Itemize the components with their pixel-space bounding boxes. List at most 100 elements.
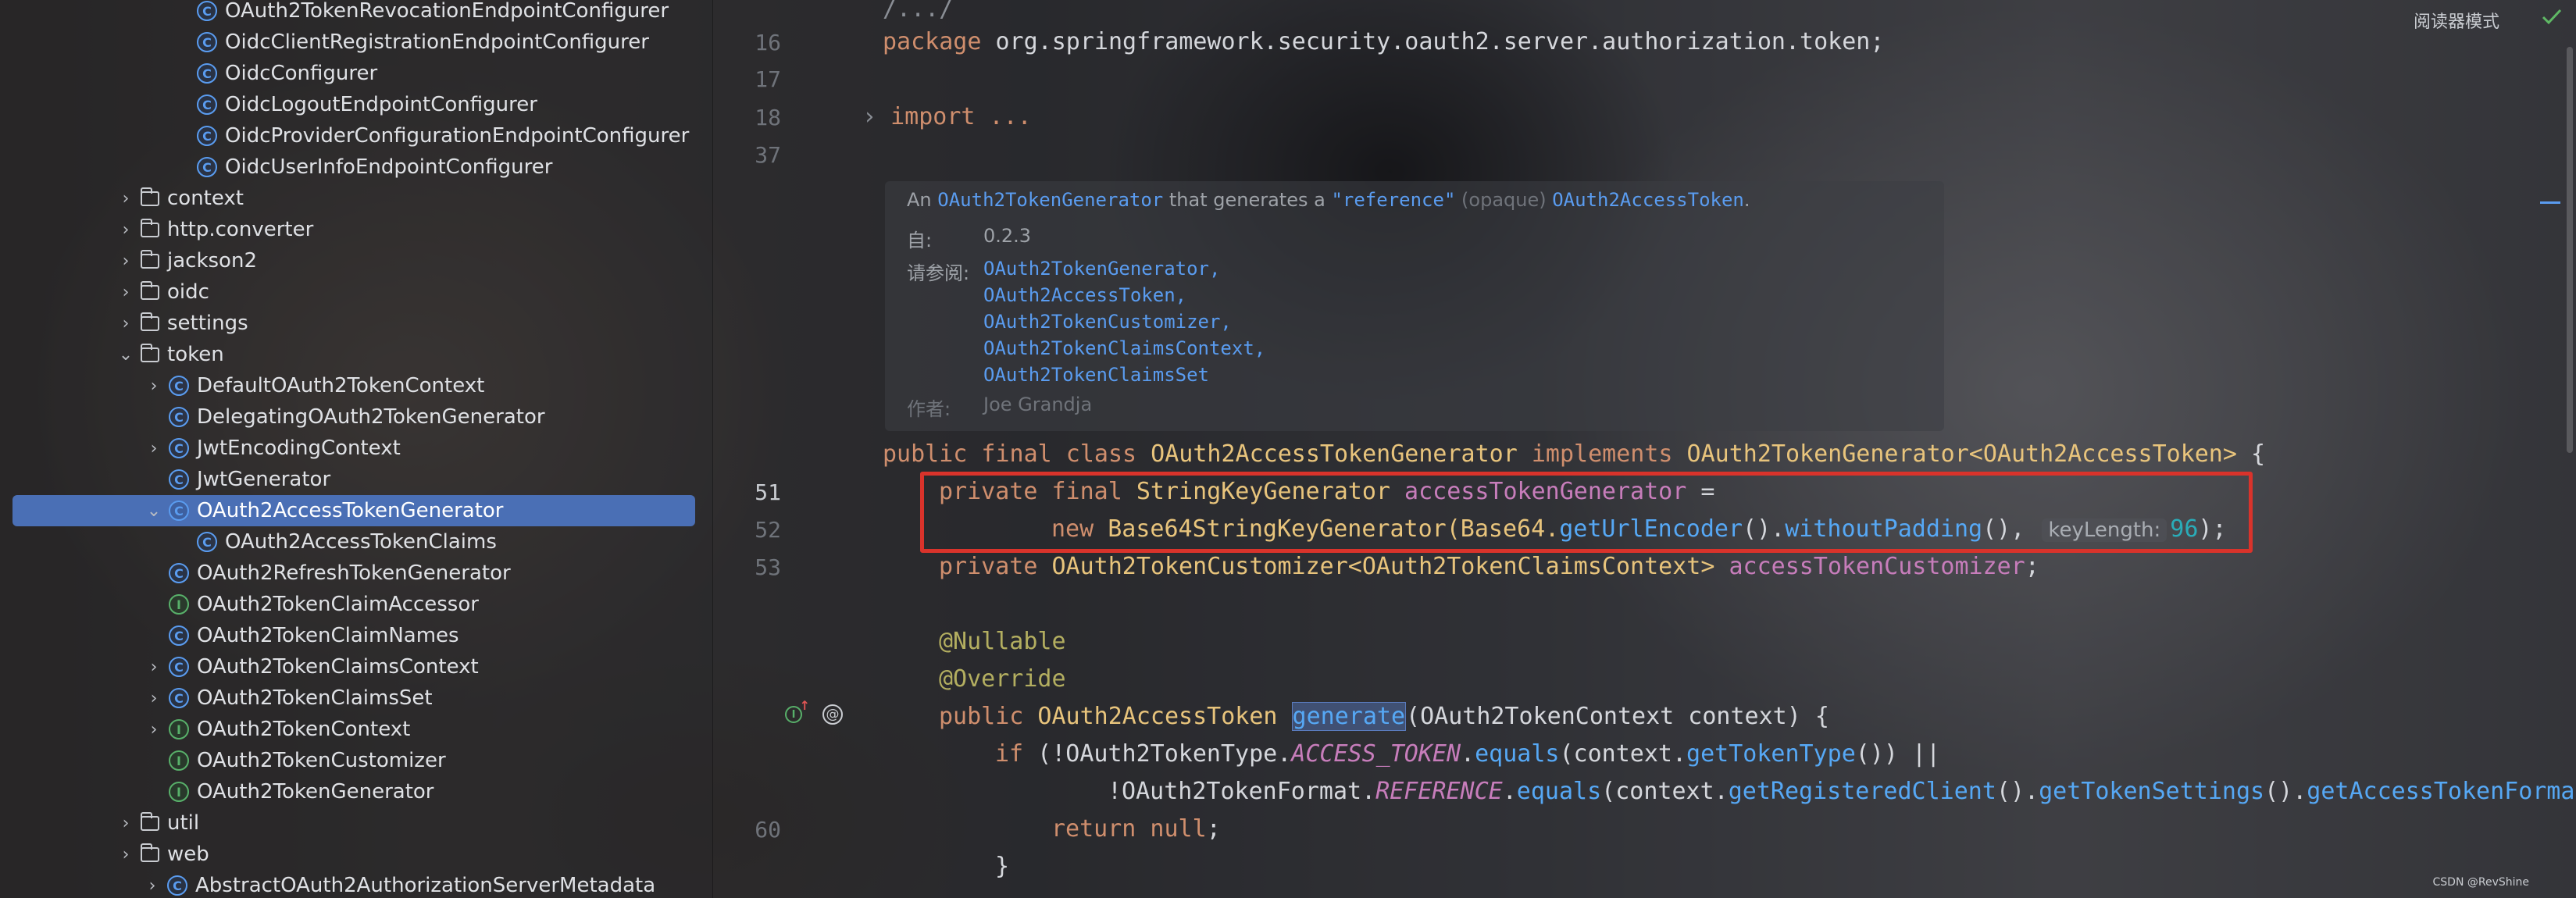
chevron-right-icon[interactable]: › bbox=[117, 314, 134, 333]
chevron-right-icon[interactable]: › bbox=[145, 657, 162, 677]
line-number: 60 bbox=[755, 817, 781, 843]
tree-item[interactable]: › I OAuth2TokenContext bbox=[0, 714, 712, 745]
javadoc-since-key: 自: bbox=[907, 230, 933, 251]
tree-folder[interactable]: › jackson2 bbox=[0, 245, 712, 276]
tree-item[interactable]: C OidcUserInfoEndpointConfigurer bbox=[0, 151, 712, 183]
tree-item[interactable]: › C DefaultOAuth2TokenContext bbox=[0, 370, 712, 401]
tree-item[interactable]: C DelegatingOAuth2TokenGenerator bbox=[0, 401, 712, 433]
tree-item-label: OAuth2AccessTokenClaims bbox=[225, 530, 497, 554]
chevron-right-icon[interactable]: › bbox=[117, 814, 134, 833]
tree-item[interactable]: C OAuth2AccessTokenClaims bbox=[0, 526, 712, 558]
class-icon: C bbox=[169, 688, 189, 708]
folded-header[interactable]: /.../ bbox=[883, 0, 953, 23]
tree-item[interactable]: C OidcConfigurer bbox=[0, 58, 712, 89]
code-line-import[interactable]: › import ... bbox=[862, 103, 1032, 130]
line-number: 37 bbox=[755, 142, 781, 168]
javadoc-see-link[interactable]: OAuth2TokenCustomizer, bbox=[983, 311, 1232, 333]
chevron-down-icon[interactable]: ⌄ bbox=[117, 345, 134, 365]
chevron-down-icon[interactable]: ⌄ bbox=[145, 501, 162, 521]
chevron-right-icon[interactable]: › bbox=[145, 689, 162, 708]
watermark: CSDN @RevShine bbox=[2432, 876, 2530, 889]
tree-item[interactable]: C OidcProviderConfigurationEndpointConfig… bbox=[0, 120, 712, 151]
javadoc-see-link[interactable]: OAuth2TokenGenerator, bbox=[983, 258, 1220, 280]
class-icon: C bbox=[169, 625, 189, 646]
tree-item[interactable]: C JwtGenerator bbox=[0, 464, 712, 495]
tree-item[interactable]: I OAuth2TokenGenerator bbox=[0, 776, 712, 807]
chevron-right-icon[interactable]: › bbox=[144, 876, 161, 896]
scrollbar-thumb[interactable] bbox=[2567, 47, 2573, 453]
vertical-scrollbar[interactable] bbox=[2564, 0, 2576, 898]
javadoc-see-key: 请参阅: bbox=[907, 262, 970, 284]
tree-item-label: OAuth2TokenClaimsContext bbox=[197, 655, 479, 679]
class-icon: C bbox=[169, 657, 189, 677]
chevron-right-icon[interactable]: › bbox=[117, 283, 134, 302]
code-line-package: package org.springframework.security.oau… bbox=[883, 28, 1885, 55]
chevron-right-icon[interactable]: › bbox=[145, 376, 162, 396]
check-icon[interactable] bbox=[2539, 5, 2565, 28]
tree-item-label: OidcUserInfoEndpointConfigurer bbox=[225, 155, 553, 179]
class-icon: C bbox=[197, 532, 217, 552]
class-icon: C bbox=[169, 563, 189, 583]
code-line-class-decl: public final class OAuth2AccessTokenGene… bbox=[883, 440, 2266, 468]
tree-item-label: DelegatingOAuth2TokenGenerator bbox=[197, 405, 545, 429]
tree-item[interactable]: › C OAuth2TokenClaimsContext bbox=[0, 651, 712, 682]
tree-item[interactable]: C OAuth2RefreshTokenGenerator bbox=[0, 558, 712, 589]
tree-item-label: web bbox=[167, 843, 209, 866]
class-icon: C bbox=[169, 469, 189, 490]
tree-item[interactable]: I OAuth2TokenCustomizer bbox=[0, 745, 712, 776]
tree-item[interactable]: ⌄ C OAuth2AccessTokenGenerator bbox=[0, 495, 712, 526]
class-icon: C bbox=[169, 438, 189, 458]
tree-item[interactable]: › C JwtEncodingContext bbox=[0, 433, 712, 464]
folder-icon bbox=[141, 312, 159, 331]
gutter-markers[interactable]: I @ bbox=[785, 698, 843, 725]
highlight-box bbox=[920, 472, 2253, 553]
tree-folder[interactable]: › oidc bbox=[0, 276, 712, 308]
code-line-annotation: @Override bbox=[939, 665, 1066, 693]
tree-item[interactable]: C OidcLogoutEndpointConfigurer bbox=[0, 89, 712, 120]
tree-folder[interactable]: › http.converter bbox=[0, 214, 712, 245]
tree-item[interactable]: › C OAuth2TokenClaimsSet bbox=[0, 682, 712, 714]
tree-folder[interactable]: ⌄ token bbox=[0, 339, 712, 370]
tree-folder[interactable]: › settings bbox=[0, 308, 712, 339]
code-line-if: if (!OAuth2TokenType.ACCESS_TOKEN.equals… bbox=[995, 740, 1941, 768]
javadoc-see-link[interactable]: OAuth2TokenClaimsContext, bbox=[983, 337, 1265, 359]
interface-icon: I bbox=[169, 594, 189, 615]
tree-item[interactable]: C OAuth2TokenRevocationEndpointConfigurer bbox=[0, 0, 712, 27]
tree-item[interactable]: I OAuth2TokenClaimAccessor bbox=[0, 589, 712, 620]
chevron-right-icon[interactable]: › bbox=[117, 189, 134, 208]
tree-item-label: OidcConfigurer bbox=[225, 62, 378, 85]
method-name-generate[interactable]: generate bbox=[1291, 702, 1407, 731]
line-number: 52 bbox=[755, 517, 781, 543]
javadoc-intro: An OAuth2TokenGenerator that generates a… bbox=[907, 189, 1750, 211]
reader-mode-toggle[interactable]: 阅读器模式 bbox=[2414, 8, 2499, 33]
tree-item[interactable]: C OAuth2TokenClaimNames bbox=[0, 620, 712, 651]
tree-item-label: OAuth2TokenClaimNames bbox=[197, 624, 459, 647]
tree-folder[interactable]: › web bbox=[0, 839, 712, 870]
tree-item-label: DefaultOAuth2TokenContext bbox=[197, 374, 485, 397]
tree-item-label: OAuth2AccessTokenGenerator bbox=[197, 499, 504, 522]
implements-gutter-icon[interactable]: I bbox=[785, 698, 810, 723]
override-gutter-icon[interactable]: @ bbox=[822, 704, 843, 725]
class-icon: C bbox=[167, 875, 187, 896]
tree-item-label: oidc bbox=[167, 280, 209, 304]
chevron-right-icon[interactable]: › bbox=[145, 439, 162, 458]
javadoc-see-link[interactable]: OAuth2AccessToken, bbox=[983, 284, 1186, 306]
chevron-right-icon[interactable]: › bbox=[145, 720, 162, 739]
tree-folder[interactable]: › util bbox=[0, 807, 712, 839]
tree-item-label: AbstractOAuth2AuthorizationServerMetadat… bbox=[195, 874, 656, 897]
chevron-right-icon[interactable]: › bbox=[117, 220, 134, 240]
tree-item[interactable]: › C AbstractOAuth2AuthorizationServerMetad… bbox=[0, 870, 712, 898]
tree-item[interactable]: C OidcClientRegistrationEndpointConfigure… bbox=[0, 27, 712, 58]
chevron-right-icon[interactable]: › bbox=[117, 251, 134, 271]
class-icon: C bbox=[169, 501, 189, 521]
javadoc-see-link[interactable]: OAuth2TokenClaimsSet bbox=[983, 364, 1209, 386]
tree-item-label: JwtEncodingContext bbox=[197, 437, 401, 460]
tree-folder[interactable]: › context bbox=[0, 183, 712, 214]
chevron-right-icon[interactable]: › bbox=[117, 845, 134, 864]
